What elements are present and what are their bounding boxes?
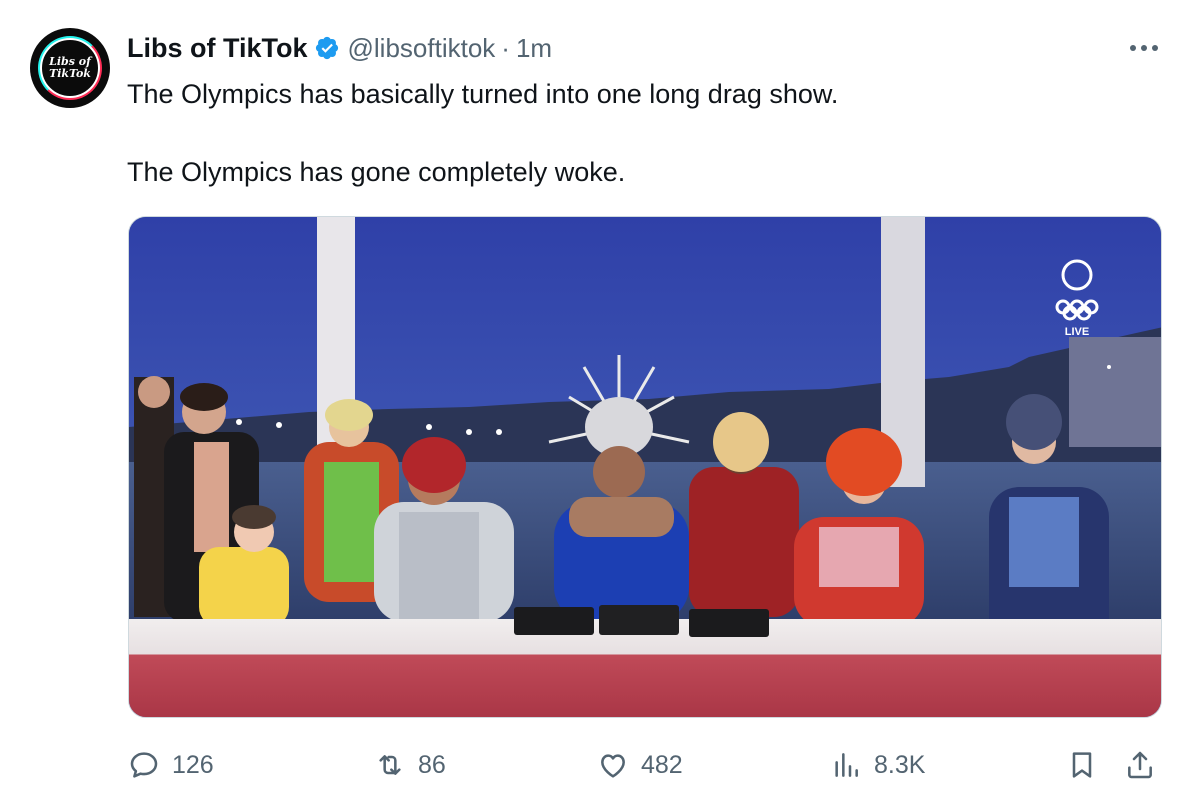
- more-dot: [1152, 45, 1158, 51]
- display-name[interactable]: Libs of TikTok: [127, 33, 308, 64]
- reply-icon: [130, 752, 158, 778]
- bookmark-icon: [1072, 752, 1092, 778]
- retweet-count: 86: [418, 750, 446, 779]
- avatar-text-line1: Libs of: [49, 55, 91, 68]
- views-icon: [835, 753, 858, 777]
- share-button[interactable]: [1124, 740, 1156, 790]
- action-bar: 126 86 482 8.3K: [0, 740, 1200, 790]
- reply-button[interactable]: 126: [128, 740, 214, 790]
- tweet-text-line-1: The Olympics has basically turned into o…: [127, 79, 839, 109]
- avatar[interactable]: Libs of TikTok: [30, 28, 110, 108]
- views-button[interactable]: 8.3K: [830, 740, 925, 790]
- separator: ·: [501, 32, 510, 63]
- heart-icon: [601, 754, 625, 778]
- avatar-logo: Libs of TikTok: [38, 36, 102, 100]
- handle[interactable]: @libsoftiktok: [348, 33, 496, 64]
- reply-count: 126: [172, 750, 214, 779]
- tweet-header: Libs of TikTok @libsoftiktok · 1m: [127, 30, 552, 66]
- tweet[interactable]: Libs of TikTok Libs of TikTok @libsoftik…: [0, 0, 1200, 806]
- like-count: 482: [641, 750, 683, 779]
- more-dot: [1141, 45, 1147, 51]
- tweet-media-image[interactable]: LIVE: [128, 216, 1162, 718]
- media-scene: LIVE: [129, 217, 1161, 717]
- share-icon: [1128, 751, 1152, 779]
- retweet-button[interactable]: 86: [374, 740, 446, 790]
- avatar-text-line2: TikTok: [49, 67, 91, 80]
- views-count: 8.3K: [874, 750, 926, 779]
- building: [1069, 337, 1161, 447]
- like-button[interactable]: 482: [597, 740, 683, 790]
- more-dot: [1130, 45, 1136, 51]
- retweet-icon: [379, 755, 401, 775]
- live-badge: LIVE: [1065, 326, 1089, 338]
- tweet-text-line-2: The Olympics has gone completely woke.: [127, 157, 626, 187]
- timestamp[interactable]: 1m: [516, 33, 552, 64]
- verified-badge-icon[interactable]: [314, 35, 340, 61]
- dj-decks: [514, 605, 769, 637]
- bookmark-button[interactable]: [1066, 740, 1098, 790]
- more-horizontal-icon[interactable]: [1124, 38, 1164, 58]
